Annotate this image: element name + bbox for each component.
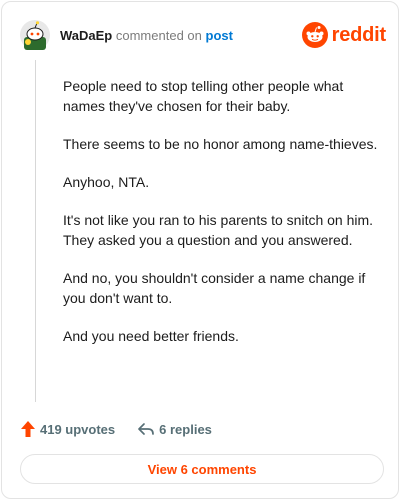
- action-text: commented on: [115, 28, 202, 43]
- comment-paragraph: And you need better friends.: [63, 328, 239, 344]
- view-comments-button[interactable]: View 6 comments: [20, 454, 384, 484]
- post-link[interactable]: post: [206, 28, 233, 43]
- snoo-avatar[interactable]: [20, 20, 50, 50]
- comment-paragraph: Anyhoo, NTA.: [63, 174, 150, 190]
- comment-paragraph: There seems to be no honor among name-th…: [63, 136, 378, 152]
- comment-paragraph: And no, you shouldn't consider a name ch…: [63, 270, 366, 306]
- upvote-stat[interactable]: 419 upvotes: [20, 420, 115, 438]
- upvote-count: 419 upvotes: [40, 421, 116, 437]
- comment-paragraph: It's not like you ran to his parents to …: [63, 212, 374, 248]
- reply-stat[interactable]: 6 replies: [137, 421, 212, 437]
- username[interactable]: WaDaEp: [60, 28, 112, 43]
- reply-arrow-icon: [138, 423, 155, 435]
- comment-paragraph: People need to stop telling other people…: [63, 78, 344, 114]
- comment-header: WaDaEp commented on post reddit: [20, 18, 386, 54]
- reddit-logo-icon: [301, 22, 328, 48]
- thread-line: [35, 60, 36, 402]
- reply-count: 6 replies: [159, 421, 212, 437]
- comment-footer: 419 upvotes 6 replies: [20, 418, 234, 440]
- brand-wordmark: reddit: [331, 23, 387, 46]
- comment-meta: WaDaEp commented on post: [60, 28, 233, 44]
- upvote-arrow-icon: [21, 421, 35, 437]
- comment-card: WaDaEp commented on post reddit People n…: [1, 1, 399, 499]
- reddit-brand[interactable]: reddit: [301, 21, 387, 49]
- comment-body: People need to stop telling other people…: [63, 76, 383, 364]
